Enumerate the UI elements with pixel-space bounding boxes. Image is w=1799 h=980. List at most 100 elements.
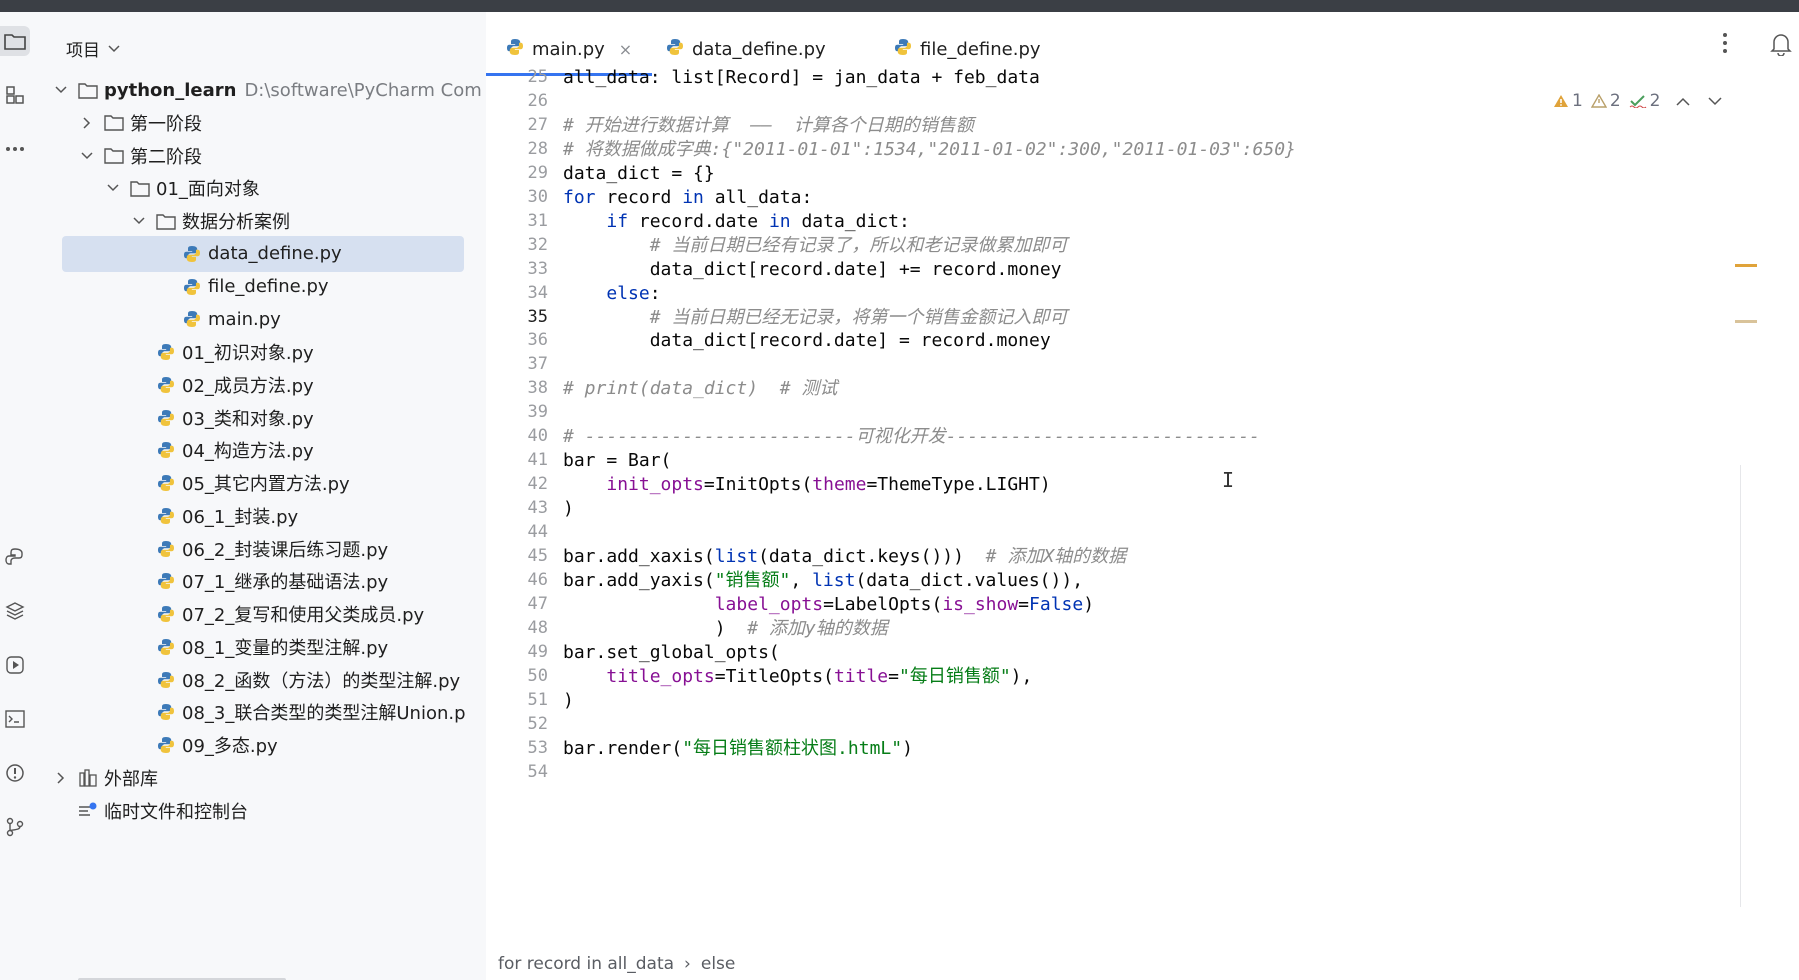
notifications-bell-icon[interactable] bbox=[1770, 32, 1792, 60]
code-line[interactable]: bar = Bar( bbox=[563, 447, 671, 474]
tab-file-define-py[interactable]: file_define.py bbox=[894, 34, 1041, 64]
tree-item[interactable]: python_learn D:\software\PyCharm Com bbox=[34, 72, 482, 108]
code-line[interactable]: bar.set_global_opts( bbox=[563, 639, 780, 666]
chevron-down-icon[interactable] bbox=[54, 83, 68, 97]
vertical-scrollbar[interactable] bbox=[1740, 465, 1756, 907]
tree-item[interactable]: 03_类和对象.py bbox=[34, 400, 314, 436]
tree-item[interactable]: 数据分析案例 bbox=[34, 203, 290, 239]
code-line[interactable]: data_dict = {} bbox=[563, 160, 715, 187]
tree-item[interactable]: 05_其它内置方法.py bbox=[34, 465, 350, 501]
code-line[interactable]: bar.render("每日销售额柱状图.htmL") bbox=[563, 735, 913, 762]
tree-item[interactable]: 第一阶段 bbox=[34, 105, 202, 141]
tree-item[interactable]: 08_2_函数（方法）的类型注解.py bbox=[34, 662, 460, 698]
python-file-icon bbox=[666, 38, 684, 61]
code-line[interactable]: ) # 添加y轴的数据 bbox=[563, 615, 888, 642]
tree-item[interactable]: 临时文件和控制台 bbox=[34, 793, 248, 829]
code-line[interactable]: # 将数据做成字典:{"2011-01-01":1534,"2011-01-02… bbox=[563, 136, 1296, 163]
warning-count[interactable]: 1 bbox=[1553, 91, 1583, 111]
inspection-widget[interactable]: 1 2 2 bbox=[1553, 90, 1723, 112]
line-number: 43 bbox=[527, 498, 548, 519]
tree-item[interactable]: 01_面向对象 bbox=[34, 170, 260, 206]
breadcrumb-item[interactable]: for record in all_data bbox=[498, 954, 674, 974]
chevron-right-icon[interactable] bbox=[80, 116, 94, 130]
tree-item[interactable]: 08_3_联合类型的类型注解Union.p bbox=[34, 694, 466, 730]
warning-stripe-marker[interactable] bbox=[1735, 264, 1757, 267]
more-tools-icon[interactable] bbox=[0, 134, 30, 164]
tree-item[interactable]: 第二阶段 bbox=[34, 138, 202, 174]
tree-item-label: 08_3_联合类型的类型注解Union.p bbox=[182, 703, 466, 725]
line-number: 32 bbox=[527, 234, 548, 255]
line-number: 54 bbox=[527, 761, 548, 782]
problems-icon[interactable] bbox=[0, 758, 30, 788]
line-number: 53 bbox=[527, 737, 548, 758]
tree-item[interactable]: 09_多态.py bbox=[34, 727, 278, 763]
code-line[interactable]: for record in all_data: bbox=[563, 184, 812, 211]
folder-icon bbox=[104, 113, 124, 133]
code-line[interactable]: else: bbox=[563, 280, 660, 307]
code-line[interactable]: ) bbox=[563, 495, 574, 522]
python-file-icon bbox=[894, 38, 912, 61]
tab-data-define-py[interactable]: data_define.py bbox=[666, 34, 826, 64]
code-editor[interactable]: 25 26 27 28 29 30 31 32 33 34 35 36 37 38 39 40 41 42 43 44… bbox=[486, 67, 1799, 942]
code-line[interactable]: # print(data_dict) # 测试 bbox=[563, 375, 837, 402]
code-line[interactable]: init_opts=InitOpts(theme=ThemeType.LIGHT… bbox=[563, 471, 1050, 498]
code-line[interactable]: # -------------------------可视化开发--------… bbox=[563, 423, 1260, 450]
tree-item[interactable]: file_define.py bbox=[34, 269, 329, 305]
python-packages-icon[interactable] bbox=[0, 542, 30, 572]
tree-item-label: 临时文件和控制台 bbox=[104, 801, 248, 823]
git-icon[interactable] bbox=[0, 812, 30, 842]
code-line[interactable]: all_data: list[Record] = jan_data + feb_… bbox=[563, 64, 1040, 91]
project-panel-header[interactable]: 项目 bbox=[66, 36, 120, 61]
close-icon[interactable]: × bbox=[619, 40, 632, 59]
line-number: 37 bbox=[527, 354, 548, 375]
tree-item[interactable]: 06_2_封装课后练习题.py bbox=[34, 531, 388, 567]
code-line[interactable]: # 当前日期已经无记录，将第一个销售金额记入即可 bbox=[563, 304, 1068, 331]
code-line[interactable]: ) bbox=[563, 687, 574, 714]
project-tool-folder-icon[interactable] bbox=[0, 26, 30, 56]
chevron-down-icon[interactable] bbox=[132, 214, 146, 228]
code-line[interactable]: bar.add_yaxis("销售额", list(data_dict.valu… bbox=[563, 567, 1083, 594]
structure-icon[interactable] bbox=[0, 80, 30, 110]
tree-item-label: file_define.py bbox=[208, 276, 329, 297]
line-number: 30 bbox=[527, 186, 548, 207]
tree-item[interactable]: main.py bbox=[34, 301, 281, 337]
layers-icon[interactable] bbox=[0, 596, 30, 626]
code-line[interactable]: label_opts=LabelOpts(is_show=False) bbox=[563, 591, 1094, 618]
tree-item[interactable]: 外部库 bbox=[34, 760, 158, 796]
folder-icon bbox=[130, 178, 150, 198]
tabs-more-icon[interactable] bbox=[1722, 32, 1728, 54]
run-icon[interactable] bbox=[0, 650, 30, 680]
python-file-icon bbox=[182, 309, 202, 329]
tree-item[interactable]: 02_成员方法.py bbox=[34, 367, 314, 403]
project-panel: 项目 python_learn D:\software\PyCharm Com 第一… bbox=[34, 12, 486, 980]
weak-warning-stripe-marker[interactable] bbox=[1735, 320, 1757, 323]
weak-warning-count[interactable]: 2 bbox=[1590, 91, 1621, 111]
code-line[interactable]: data_dict[record.date] += record.money bbox=[563, 256, 1062, 283]
tree-item-label: python_learn bbox=[104, 79, 237, 101]
tree-item[interactable]: 01_初识对象.py bbox=[34, 334, 314, 370]
chevron-up-icon[interactable] bbox=[1676, 91, 1691, 111]
chevron-down-icon[interactable] bbox=[1708, 91, 1723, 111]
code-line[interactable]: bar.add_xaxis(list(data_dict.keys())) # … bbox=[563, 543, 1126, 570]
typo-count[interactable]: 2 bbox=[1629, 91, 1660, 111]
terminal-icon[interactable] bbox=[0, 704, 30, 734]
code-line[interactable]: # 当前日期已经有记录了，所以和老记录做累加即可 bbox=[563, 232, 1068, 259]
code-line[interactable]: data_dict[record.date] = record.money bbox=[563, 327, 1051, 354]
tree-item[interactable]: 08_1_变量的类型注解.py bbox=[34, 629, 388, 665]
line-number: 41 bbox=[527, 450, 548, 471]
code-line[interactable]: if record.date in data_dict: bbox=[563, 208, 909, 235]
tree-item[interactable]: 06_1_封装.py bbox=[34, 498, 298, 534]
tree-item[interactable]: 04_构造方法.py bbox=[34, 432, 314, 468]
tree-item[interactable]: 07_2_复写和使用父类成员.py bbox=[34, 596, 424, 632]
python-file-icon bbox=[156, 375, 176, 395]
chevron-down-icon[interactable] bbox=[80, 149, 94, 163]
tree-item[interactable]: 07_1_继承的基础语法.py bbox=[34, 563, 388, 599]
code-line[interactable]: title_opts=TitleOpts(title="每日销售额"), bbox=[563, 663, 1032, 690]
code-line[interactable]: # 开始进行数据计算 —— 计算各个日期的销售额 bbox=[563, 112, 974, 139]
python-file-icon bbox=[156, 342, 176, 362]
chevron-right-icon[interactable] bbox=[54, 771, 68, 785]
tab-main-py[interactable]: main.py × bbox=[506, 34, 632, 64]
tree-item[interactable]: data_define.py bbox=[34, 235, 464, 272]
chevron-down-icon[interactable] bbox=[106, 181, 120, 195]
breadcrumb-item[interactable]: else bbox=[701, 954, 736, 974]
